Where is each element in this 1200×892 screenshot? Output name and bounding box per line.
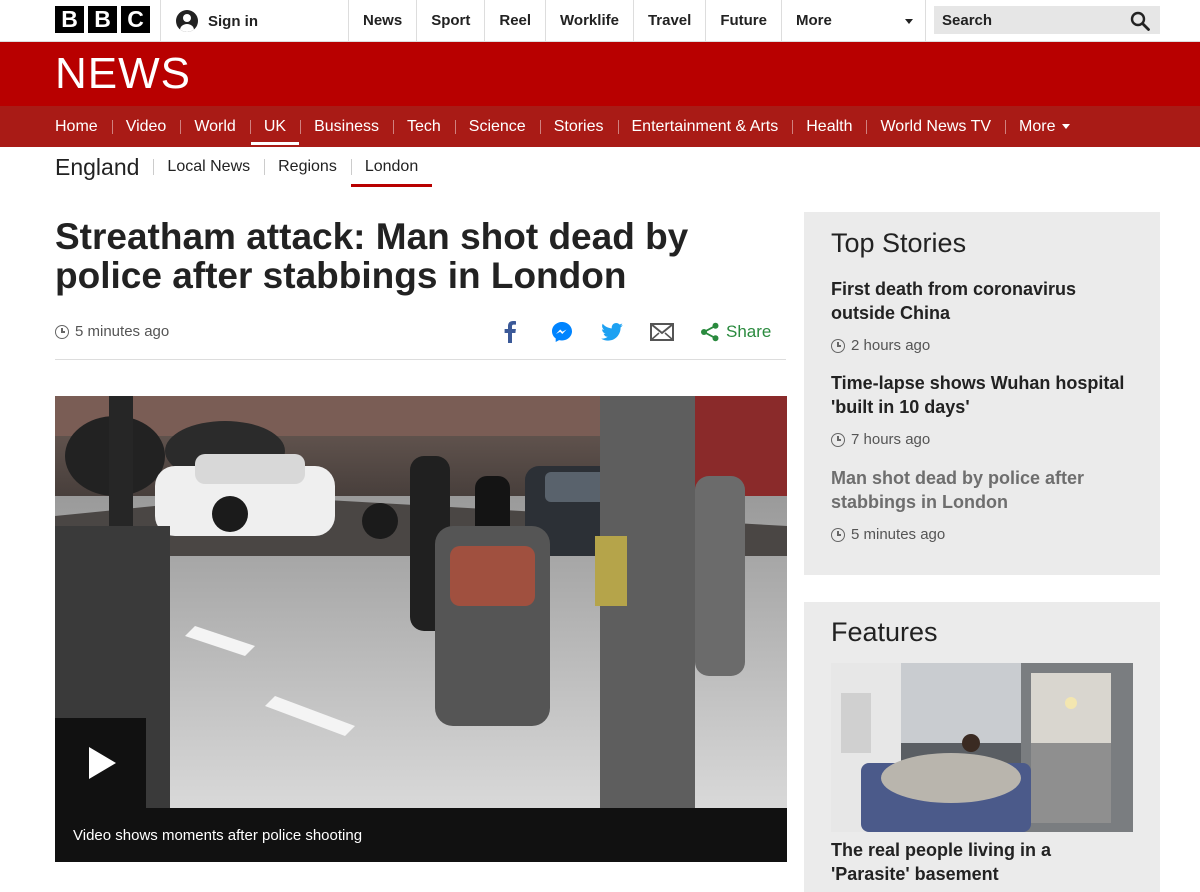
bbc-logo[interactable]: B B C: [55, 6, 150, 33]
logo-letter-b1: B: [55, 6, 84, 33]
twitter-icon[interactable]: [600, 318, 624, 346]
top-story-link[interactable]: Man shot dead by police after stabbings …: [831, 468, 1084, 512]
facebook-icon[interactable]: [500, 318, 520, 346]
news-logo[interactable]: NEWS: [55, 52, 191, 96]
top-stories-heading: Top Stories: [831, 228, 967, 258]
top-story-timestamp: 2 hours ago: [831, 337, 1141, 354]
secondary-nav-regions[interactable]: Regions: [264, 147, 351, 187]
top-story-item: Time-lapse shows Wuhan hospital 'built i…: [831, 371, 1141, 448]
secondary-nav-england[interactable]: England: [55, 154, 153, 181]
secondary-nav-local-news[interactable]: Local News: [153, 147, 264, 187]
news-nav-science[interactable]: Science: [454, 106, 540, 147]
feature-image[interactable]: [831, 663, 1133, 832]
news-nav-world[interactable]: World: [180, 106, 250, 147]
secondary-nav-london[interactable]: London: [350, 147, 433, 187]
clock-icon: [831, 432, 845, 447]
clock-icon: [831, 527, 845, 542]
top-story-time-text: 7 hours ago: [851, 431, 931, 448]
share-icon: [701, 322, 719, 342]
share-label: Share: [726, 322, 772, 341]
top-story-item: First death from coronavirus outside Chi…: [831, 277, 1141, 354]
news-nav-health[interactable]: Health: [792, 106, 866, 147]
news-nav-stories[interactable]: Stories: [539, 106, 618, 147]
news-nav-entertainment-arts[interactable]: Entertainment & Arts: [617, 106, 793, 147]
news-nav-tech[interactable]: Tech: [392, 106, 455, 147]
chevron-down-icon: [1062, 124, 1071, 130]
news-nav-more-label: More: [1019, 118, 1056, 135]
search-box: [934, 6, 1160, 34]
news-nav-world-news-tv[interactable]: World News TV: [866, 106, 1005, 147]
top-story-link[interactable]: First death from coronavirus outside Chi…: [831, 279, 1076, 323]
top-stories-panel: Top Stories First death from coronavirus…: [804, 212, 1160, 575]
bbc-masthead: B B C Sign in News Sport Reel Worklife T…: [0, 0, 1200, 42]
article-headline: Streatham attack: Man shot dead by polic…: [55, 216, 689, 296]
user-icon: [176, 10, 198, 32]
topnav-travel[interactable]: Travel: [632, 0, 705, 42]
logo-letter-c: C: [121, 6, 150, 33]
news-banner: NEWS: [0, 42, 1200, 106]
article-timestamp-text: 5 minutes ago: [75, 323, 170, 340]
video-caption: Video shows moments after police shootin…: [73, 827, 363, 844]
topnav-news[interactable]: News: [348, 0, 416, 42]
share-button[interactable]: Share: [700, 318, 772, 346]
messenger-icon[interactable]: [550, 318, 574, 346]
play-button[interactable]: [55, 718, 146, 808]
features-heading: Features: [831, 617, 938, 647]
features-panel: Features The real people living in a 'Pa…: [804, 602, 1160, 892]
clock-icon: [55, 324, 69, 339]
sign-in-link[interactable]: Sign in: [176, 10, 258, 32]
topnav-more-dropdown[interactable]: More: [781, 0, 926, 42]
topnav-reel[interactable]: Reel: [484, 0, 545, 42]
play-icon: [89, 747, 116, 779]
email-icon[interactable]: [649, 318, 675, 346]
chevron-down-icon: [905, 19, 913, 24]
news-nav-video[interactable]: Video: [111, 106, 181, 147]
topnav-sport[interactable]: Sport: [416, 0, 484, 42]
news-nav-business[interactable]: Business: [300, 106, 393, 147]
top-story-time-text: 5 minutes ago: [851, 526, 946, 543]
video-player[interactable]: Video shows moments after police shootin…: [55, 396, 787, 862]
article-timestamp: 5 minutes ago: [55, 323, 169, 340]
topnav-future[interactable]: Future: [705, 0, 781, 42]
news-nav-home[interactable]: Home: [55, 106, 112, 147]
topnav-more-label: More: [796, 12, 832, 29]
sign-in-label: Sign in: [208, 12, 258, 30]
video-thumbnail: [55, 396, 787, 808]
top-story-timestamp: 5 minutes ago: [831, 526, 1141, 543]
top-story-time-text: 2 hours ago: [851, 337, 931, 354]
top-story-link[interactable]: Time-lapse shows Wuhan hospital 'built i…: [831, 373, 1124, 417]
feature-link[interactable]: The real people living in a 'Parasite' b…: [831, 838, 1133, 886]
logo-letter-b2: B: [88, 6, 117, 33]
news-nav: Home Video World UK Business Tech Scienc…: [0, 106, 1200, 147]
top-story-timestamp: 7 hours ago: [831, 431, 1141, 448]
topnav-worklife[interactable]: Worklife: [545, 0, 633, 42]
search-icon[interactable]: [1130, 11, 1150, 31]
secondary-nav: England Local News Regions London: [55, 147, 433, 187]
clock-icon: [831, 338, 845, 353]
bbc-top-nav: News Sport Reel Worklife Travel Future M…: [348, 0, 926, 42]
top-story-item: Man shot dead by police after stabbings …: [831, 466, 1141, 543]
search-input[interactable]: [934, 6, 1124, 34]
masthead-divider: [160, 0, 161, 42]
byline-divider: [55, 359, 786, 360]
news-nav-more-dropdown[interactable]: More: [1005, 106, 1084, 147]
news-nav-uk[interactable]: UK: [249, 106, 300, 147]
